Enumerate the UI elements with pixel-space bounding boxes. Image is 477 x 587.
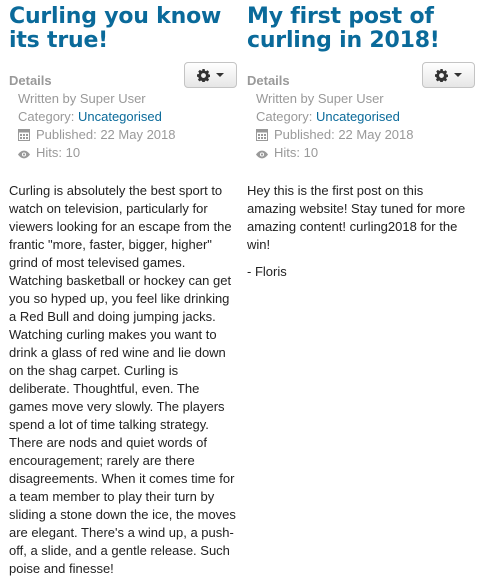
article-details: Details Written by Super User Category: …: [247, 72, 475, 162]
published-line: Published: 22 May 2018: [247, 126, 475, 144]
category-link[interactable]: Uncategorised: [78, 109, 162, 124]
article-paragraph: Hey this is the first post on this amazi…: [247, 183, 466, 252]
article-body: Hey this is the first post on this amazi…: [247, 182, 475, 281]
details-heading: Details: [247, 73, 290, 88]
author-line: Written by Super User: [256, 91, 384, 106]
calendar-icon: [256, 129, 268, 141]
author-line: Written by Super User: [18, 91, 146, 106]
article-body: Curling is absolutely the best sport to …: [9, 182, 237, 578]
eye-icon: [18, 150, 30, 159]
article-details: Details Written by Super User Category: …: [9, 72, 237, 162]
article-signature: - Floris: [247, 264, 287, 279]
article-1: Curling you know its true! Details Writt…: [9, 0, 237, 587]
article-title[interactable]: Curling you know its true!: [9, 0, 237, 53]
category-line: Category: Uncategorised: [9, 108, 237, 126]
article-2: My first post of curling in 2018! Detail…: [247, 0, 475, 290]
category-line: Category: Uncategorised: [247, 108, 475, 126]
category-link[interactable]: Uncategorised: [316, 109, 400, 124]
eye-icon: [256, 150, 268, 159]
published-date: Published: 22 May 2018: [274, 127, 414, 142]
article-title[interactable]: My first post of curling in 2018!: [247, 0, 475, 53]
details-heading: Details: [9, 73, 52, 88]
hits-line: Hits: 10: [247, 144, 475, 162]
hits-line: Hits: 10: [9, 144, 237, 162]
published-line: Published: 22 May 2018: [9, 126, 237, 144]
category-prefix: Category:: [256, 109, 316, 124]
calendar-icon: [18, 129, 30, 141]
article-paragraph: Curling is absolutely the best sport to …: [9, 183, 236, 576]
hits-count: Hits: 10: [274, 145, 319, 160]
published-date: Published: 22 May 2018: [36, 127, 176, 142]
hits-count: Hits: 10: [36, 145, 81, 160]
category-prefix: Category:: [18, 109, 78, 124]
